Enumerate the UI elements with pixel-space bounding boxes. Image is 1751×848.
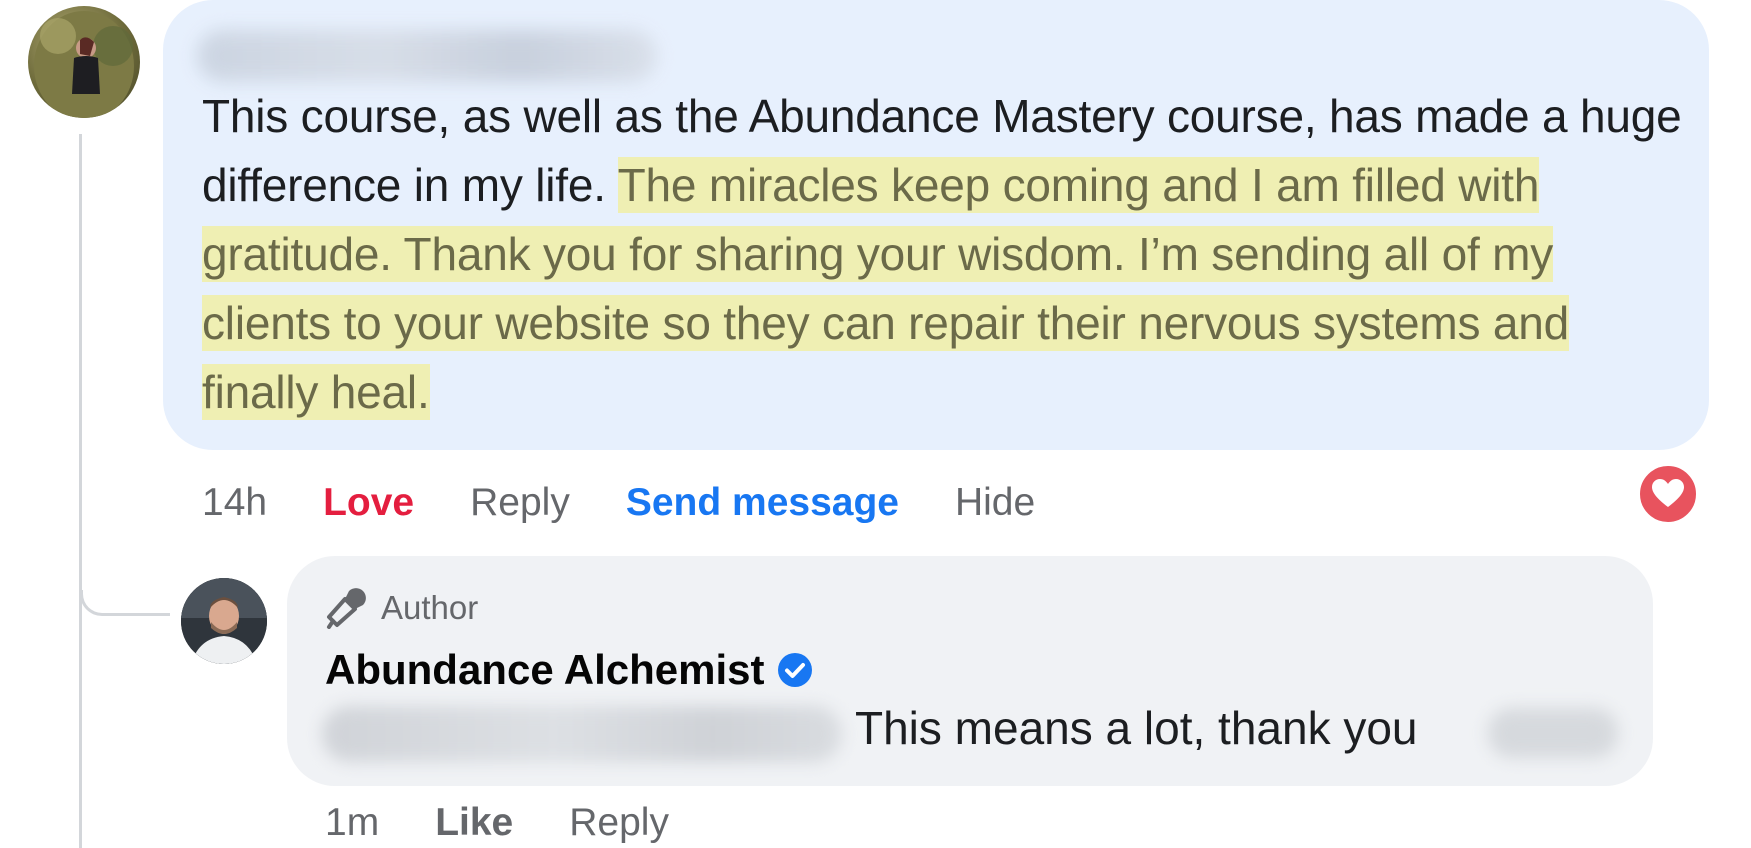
- reply-author[interactable]: Abundance Alchemist: [325, 642, 813, 698]
- reply-button[interactable]: Reply: [470, 481, 570, 525]
- avatar-image: [181, 578, 267, 664]
- reply-button[interactable]: Reply: [569, 801, 669, 845]
- reply-timestamp[interactable]: 1m: [325, 801, 379, 845]
- author-badge: Author: [325, 585, 478, 631]
- reply-connector: [80, 590, 170, 616]
- like-button[interactable]: Like: [435, 801, 513, 845]
- hide-button[interactable]: Hide: [955, 481, 1035, 525]
- author-avatar[interactable]: [181, 578, 267, 664]
- reply-actions: 1m Like Reply: [325, 800, 725, 846]
- comment-text: This course, as well as the Abundance Ma…: [202, 82, 1682, 427]
- author-badge-label: Author: [381, 589, 479, 626]
- send-message-button[interactable]: Send message: [626, 481, 899, 525]
- author-name[interactable]: Abundance Alchemist: [325, 646, 765, 694]
- thread-line: [79, 134, 82, 848]
- commenter-avatar[interactable]: [28, 6, 140, 118]
- redacted-text: [1488, 708, 1618, 758]
- avatar-image: [34, 11, 134, 118]
- commenter-name-redacted[interactable]: [197, 30, 657, 82]
- reaction-badge[interactable]: [1637, 463, 1699, 525]
- verified-badge-icon: [777, 653, 812, 687]
- love-button[interactable]: Love: [323, 481, 414, 525]
- comment-timestamp[interactable]: 14h: [202, 481, 267, 525]
- heart-icon: [1652, 479, 1684, 507]
- reply-text: This means a lot, thank you: [855, 702, 1418, 754]
- microphone-icon: [327, 588, 366, 629]
- mentioned-name-redacted[interactable]: [322, 706, 842, 762]
- comment-actions: 14h Love Reply Send message Hide: [202, 478, 1091, 528]
